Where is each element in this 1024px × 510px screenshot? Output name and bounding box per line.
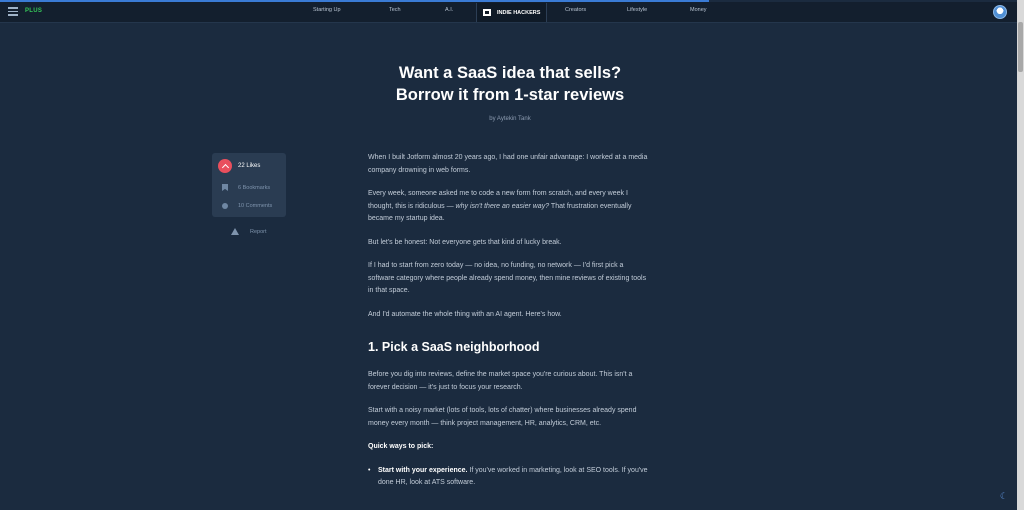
nav-item-starting-up[interactable]: Starting Up: [313, 7, 341, 13]
nav-item-ai[interactable]: A.I.: [445, 7, 453, 13]
list-item-text: Start with your experience. If you've wo…: [378, 465, 648, 490]
bookmarks-count: 6 Bookmarks: [238, 184, 271, 191]
top-navigation: PLUS Starting Up Tech A.I. INDIE HACKERS…: [0, 2, 1017, 23]
plus-badge[interactable]: PLUS: [25, 8, 42, 14]
comment-icon: [222, 203, 228, 209]
paragraph: When I built Jotform almost 20 years ago…: [368, 154, 648, 174]
article-title: Want a SaaS idea that sells? Borrow it f…: [310, 62, 710, 106]
nav-item-indie-hackers[interactable]: INDIE HACKERS: [476, 3, 548, 22]
warning-icon: [231, 228, 239, 235]
nav-item-money[interactable]: Money: [690, 7, 707, 13]
moon-icon[interactable]: ☾: [1000, 491, 1008, 502]
title-line-1: Want a SaaS idea that sells?: [398, 64, 622, 82]
nav-item-lifestyle[interactable]: Lifestyle: [627, 7, 647, 13]
paragraph: If I had to start from zero today — no i…: [368, 262, 647, 294]
article-body: When I built Jotform almost 20 years ago…: [368, 152, 648, 490]
title-line-2: Borrow it from 1-star reviews: [395, 86, 625, 104]
emphasis-text: why isn't there an easier way?: [455, 202, 550, 210]
bookmarks-button[interactable]: 6 Bookmarks: [222, 184, 270, 191]
bookmark-icon: [222, 184, 228, 191]
nav-item-creators[interactable]: Creators: [565, 7, 586, 13]
paragraph: Every week, someone asked me to code a n…: [368, 188, 648, 226]
bullet-icon: •: [368, 466, 371, 474]
article-author[interactable]: by Aytekin Tank: [410, 116, 610, 122]
section-heading: 1. Pick a SaaS neighborhood: [368, 340, 540, 354]
paragraph: Before you dig into reviews, define the …: [368, 371, 633, 391]
report-button[interactable]: Report: [231, 228, 267, 235]
bold-text: Quick ways to pick:: [368, 443, 434, 450]
report-label: Report: [250, 228, 267, 235]
comments-count: 10 Comments: [238, 203, 273, 209]
nav-item-label: INDIE HACKERS: [497, 9, 541, 16]
bold-text: Start with your experience.: [378, 466, 468, 474]
scrollbar[interactable]: [1017, 0, 1024, 510]
hamburger-menu-icon[interactable]: [8, 7, 18, 17]
paragraph: Quick ways to pick:: [368, 441, 648, 454]
paragraph: And I'd automate the whole thing with an…: [368, 310, 562, 318]
paragraph: But let's be honest: Not everyone gets t…: [368, 238, 562, 246]
comments-button[interactable]: 10 Comments: [222, 203, 272, 209]
user-avatar[interactable]: [993, 5, 1007, 19]
nav-item-tech[interactable]: Tech: [389, 7, 401, 13]
list-item: • Start with your experience. If you've …: [368, 465, 648, 490]
scrollbar-thumb[interactable]: [1018, 22, 1023, 72]
engagement-panel: 22 Likes 6 Bookmarks 10 Comments: [212, 153, 286, 217]
paragraph: Start with a noisy market (lots of tools…: [368, 407, 637, 427]
like-button[interactable]: [218, 159, 232, 173]
indie-hackers-logo-icon: [483, 9, 491, 16]
likes-count: 22 Likes: [238, 163, 261, 169]
